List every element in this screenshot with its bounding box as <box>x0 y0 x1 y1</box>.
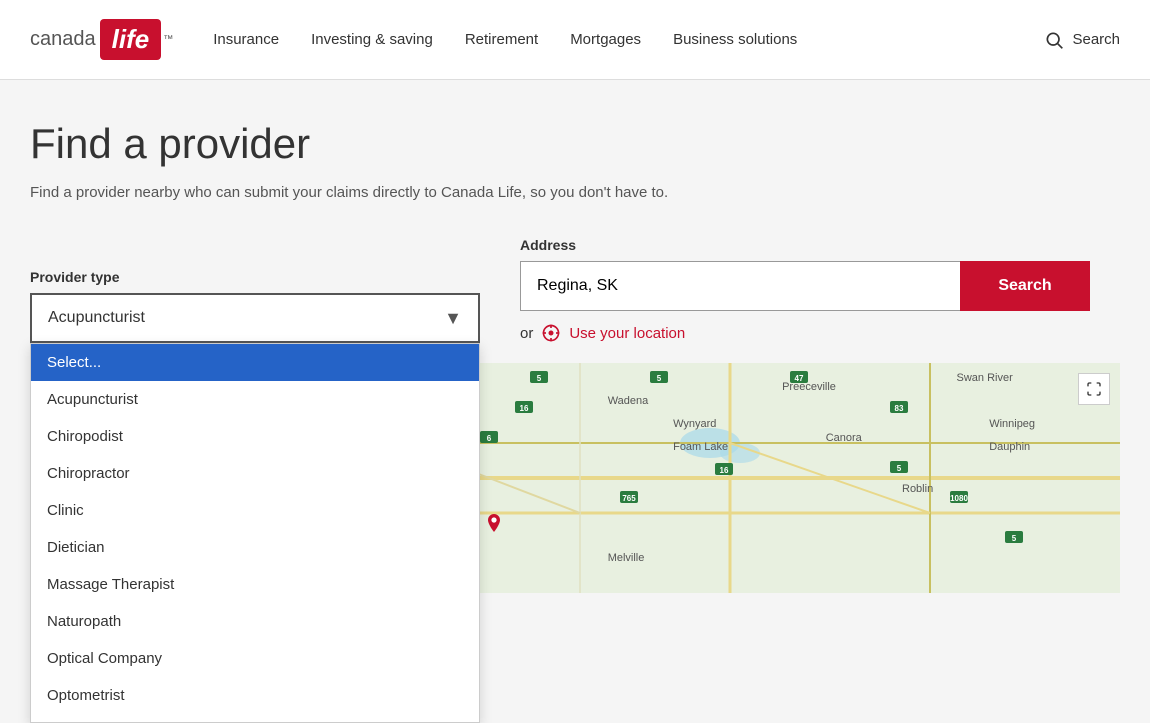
dropdown-item-massage[interactable]: Massage Therapist <box>31 566 479 603</box>
address-group: Address Search or Use your location <box>520 237 1090 343</box>
selected-provider-text: Acupuncturist <box>48 309 145 327</box>
logo[interactable]: canada life ™ <box>30 19 173 60</box>
dropdown-item-osteopath[interactable]: Osteopath <box>31 714 479 723</box>
nav-investing[interactable]: Investing & saving <box>311 31 433 48</box>
page-title: Find a provider <box>30 120 1120 168</box>
dropdown-item-dietician[interactable]: Dietician <box>31 529 479 566</box>
header: canada life ™ Insurance Investing & savi… <box>0 0 1150 80</box>
header-search-label: Search <box>1072 31 1120 48</box>
provider-type-group: Provider type Acupuncturist ▼ Select... … <box>30 269 480 343</box>
svg-text:1080: 1080 <box>950 494 968 503</box>
svg-text:47: 47 <box>795 374 804 383</box>
address-label: Address <box>520 237 1090 253</box>
main-nav: Insurance Investing & saving Retirement … <box>213 31 797 48</box>
provider-select-wrapper: Acupuncturist ▼ Select... Acupuncturist … <box>30 293 480 343</box>
fullscreen-icon <box>1086 381 1102 397</box>
dropdown-item-acupuncturist[interactable]: Acupuncturist <box>31 381 479 418</box>
location-target-icon <box>541 323 561 343</box>
address-input[interactable] <box>520 261 960 311</box>
use-location-link[interactable]: Use your location <box>569 325 685 342</box>
logo-life-text: life <box>100 19 162 60</box>
nav-mortgages[interactable]: Mortgages <box>570 31 641 48</box>
provider-type-select[interactable]: Acupuncturist ▼ <box>30 293 480 343</box>
dropdown-item-naturopath[interactable]: Naturopath <box>31 603 479 640</box>
svg-text:5: 5 <box>657 374 662 383</box>
dropdown-arrow-icon: ▼ <box>444 308 462 329</box>
map-fullscreen-button[interactable] <box>1078 373 1110 405</box>
dropdown-item-chiropodist[interactable]: Chiropodist <box>31 418 479 455</box>
address-input-row: Search <box>520 261 1090 311</box>
dropdown-item-chiropractor[interactable]: Chiropractor <box>31 455 479 492</box>
provider-type-label: Provider type <box>30 269 480 285</box>
logo-canada-text: canada <box>30 28 96 51</box>
svg-text:5: 5 <box>1012 534 1017 543</box>
nav-business[interactable]: Business solutions <box>673 31 797 48</box>
logo-tm: ™ <box>163 34 173 45</box>
use-location-row: or Use your location <box>520 323 1090 343</box>
main-content: Find a provider Find a provider nearby w… <box>0 80 1150 593</box>
page-subtitle: Find a provider nearby who can submit yo… <box>30 184 1120 201</box>
or-text: or <box>520 325 533 342</box>
dropdown-item-clinic[interactable]: Clinic <box>31 492 479 529</box>
search-form: Provider type Acupuncturist ▼ Select... … <box>30 237 1120 343</box>
map-pin <box>482 514 506 538</box>
svg-text:16: 16 <box>720 466 729 475</box>
provider-type-dropdown[interactable]: Select... Acupuncturist Chiropodist Chir… <box>30 343 480 723</box>
search-icon <box>1044 30 1064 50</box>
dropdown-item-select[interactable]: Select... <box>31 344 479 381</box>
svg-text:765: 765 <box>622 494 636 503</box>
svg-text:5: 5 <box>897 464 902 473</box>
dropdown-item-optometrist[interactable]: Optometrist <box>31 677 479 714</box>
svg-text:6: 6 <box>487 434 492 443</box>
nav-insurance[interactable]: Insurance <box>213 31 279 48</box>
svg-text:16: 16 <box>520 404 529 413</box>
header-left: canada life ™ Insurance Investing & savi… <box>30 19 797 60</box>
svg-text:5: 5 <box>537 374 542 383</box>
dropdown-item-optical[interactable]: Optical Company <box>31 640 479 677</box>
search-button[interactable]: Search <box>960 261 1090 311</box>
nav-retirement[interactable]: Retirement <box>465 31 538 48</box>
header-search-button[interactable]: Search <box>1044 30 1120 50</box>
svg-text:83: 83 <box>895 404 904 413</box>
